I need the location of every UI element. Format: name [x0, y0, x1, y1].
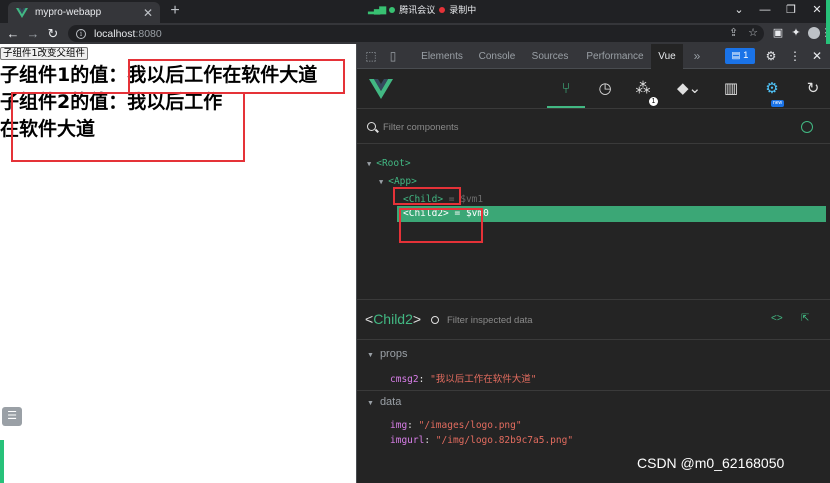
tab-console[interactable]: Console	[471, 44, 523, 69]
minimize-icon[interactable]: —	[752, 0, 778, 21]
site-info-icon[interactable]: i	[76, 28, 86, 39]
expand-triangle-icon[interactable]: ▼	[367, 160, 371, 168]
collapse-triangle-icon[interactable]: ▼	[367, 352, 374, 359]
url-host: localhost	[94, 27, 136, 40]
prop-row: cmsg2: "我以后工作在软件大道"	[390, 374, 537, 385]
tree-node-root[interactable]: ▼ <Root>	[367, 156, 411, 172]
meeting-indicator: ▂▄▆ 腾讯会议 录制中	[368, 3, 476, 16]
devtools-panel: ⬚ ▯ Elements Console Sources Performance…	[356, 44, 830, 483]
routes-icon[interactable]: ◆⌄	[671, 77, 707, 101]
data-row: img: "/images/logo.png"	[390, 420, 522, 431]
device-toolbar-icon[interactable]: ▯	[385, 48, 401, 64]
annotation-box-child2-node	[399, 208, 483, 243]
filter-inspected-data-input[interactable]	[447, 313, 667, 327]
data-row: imgurl: "/img/logo.82b9c7a5.png"	[390, 435, 574, 446]
filter-components-input[interactable]	[383, 120, 763, 134]
expand-triangle-icon[interactable]: ▼	[379, 178, 383, 186]
vue-devtools-header: ⑂ ◷ ⁂ 1 ◆⌄ ▥ ⚙ new ↻	[357, 69, 830, 109]
change-parent-button[interactable]: 子组件1改变父组件	[0, 47, 89, 60]
component-filter-row	[357, 110, 830, 144]
tab-title: mypro-webapp	[35, 7, 102, 18]
annotation-box-child1	[128, 59, 345, 94]
browser-tab[interactable]: mypro-webapp ✕	[8, 2, 160, 23]
browser-tabstrip: mypro-webapp ✕ + ▂▄▆ 腾讯会议 录制中 ⌄ — ❐ ✕	[0, 0, 830, 23]
meeting-app-label: 腾讯会议	[399, 5, 436, 15]
timeline-badge: 1	[649, 97, 658, 106]
record-dot-icon	[439, 6, 446, 13]
tab-elements[interactable]: Elements	[413, 44, 471, 69]
extensions-puzzle-icon[interactable]: ✦	[788, 25, 804, 42]
extension-box-icon[interactable]: ▣	[770, 25, 786, 42]
more-tabs-icon[interactable]: »	[687, 44, 707, 69]
tab-search-icon[interactable]: ⌄	[726, 0, 752, 21]
bookmark-star-icon[interactable]: ☆	[748, 26, 758, 39]
restore-icon[interactable]: ❐	[778, 0, 804, 21]
performance-chart-icon[interactable]: ▥	[719, 77, 743, 101]
left-green-edge	[0, 440, 4, 483]
web-page: 子组件1改变父组件 子组件1的值：我以后工作在软件大道 子组件2的值：我以后工作…	[0, 44, 356, 483]
inspector-search-icon	[431, 316, 439, 324]
active-tab-underline	[547, 106, 585, 108]
screen: mypro-webapp ✕ + ▂▄▆ 腾讯会议 录制中 ⌄ — ❐ ✕ ← …	[0, 0, 830, 483]
vue-favicon-icon	[16, 7, 28, 18]
forward-icon[interactable]: →	[24, 25, 42, 42]
tab-sources[interactable]: Sources	[523, 44, 577, 69]
csdn-watermark: CSDN @m0_62168050	[637, 455, 785, 471]
inspector-header: <Child2> <> ⇱	[357, 300, 830, 340]
open-external-icon[interactable]: ⇱	[801, 313, 809, 324]
devtools-menu-icon[interactable]: ⋮	[787, 48, 803, 64]
code-icon[interactable]: <>	[771, 313, 783, 324]
select-component-target-icon[interactable]	[801, 121, 813, 133]
issues-badge[interactable]: ▤ 1	[725, 48, 755, 64]
status-dot-icon	[389, 6, 396, 13]
annotation-box-child-node	[393, 187, 461, 205]
plugin-settings-icon[interactable]: ⚙	[760, 77, 784, 101]
issues-count: 1	[743, 50, 749, 61]
settings-gear-icon[interactable]: ⚙	[763, 48, 779, 64]
annotation-box-child2	[11, 92, 245, 162]
props-section-title[interactable]: ▼ props	[367, 348, 407, 360]
inspect-element-icon[interactable]: ⬚	[363, 48, 379, 64]
devtools-tabbar: ⬚ ▯ Elements Console Sources Performance…	[357, 44, 830, 69]
address-bar[interactable]: i localhost:8080 ⇪ ☆	[68, 25, 764, 42]
tab-performance[interactable]: Performance	[579, 44, 651, 69]
tab-vue[interactable]: Vue	[651, 44, 683, 69]
list-menu-icon[interactable]: ☰	[2, 407, 22, 426]
vue-logo-icon	[369, 79, 393, 99]
back-icon[interactable]: ←	[4, 25, 22, 42]
signal-icon: ▂▄▆	[368, 4, 386, 14]
search-icon	[367, 122, 376, 131]
recording-label: 录制中	[449, 5, 477, 15]
inspected-component-name: <Child2>	[365, 311, 422, 327]
tab-close-icon[interactable]: ✕	[140, 6, 156, 20]
new-badge: new	[771, 100, 785, 107]
reload-icon[interactable]: ↻	[44, 25, 62, 42]
history-icon[interactable]: ◷	[593, 77, 617, 101]
new-tab-button[interactable]: +	[166, 2, 184, 20]
right-green-edge	[826, 0, 830, 46]
components-tree-icon[interactable]: ⑂	[554, 77, 578, 101]
section-separator	[357, 390, 830, 391]
share-icon[interactable]: ⇪	[729, 26, 738, 39]
omnibox-actions: ⇪ ☆	[729, 26, 758, 39]
collapse-triangle-icon[interactable]: ▼	[367, 400, 374, 407]
url-port: :8080	[135, 27, 162, 40]
devtools-close-icon[interactable]: ✕	[809, 48, 825, 64]
browser-toolbar: ← → ↻ i localhost:8080 ⇪ ☆ ▣ ✦ ⋮	[0, 23, 830, 44]
data-section-title[interactable]: ▼ data	[367, 396, 401, 408]
refresh-icon[interactable]: ↻	[801, 77, 825, 101]
